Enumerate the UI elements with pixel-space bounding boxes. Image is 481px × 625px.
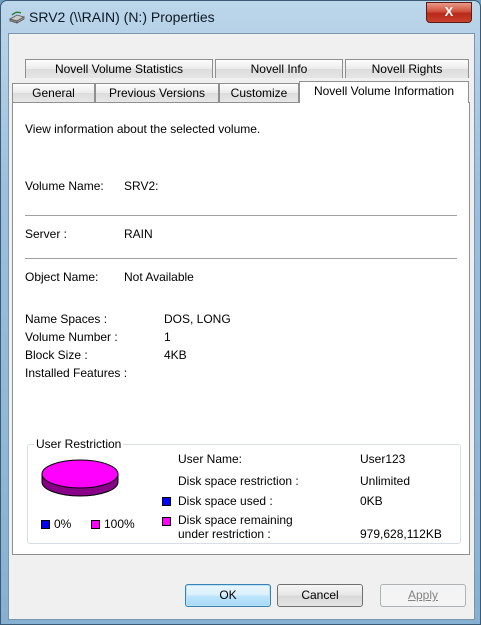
user-name-value: User123 bbox=[360, 452, 406, 466]
tab-customize[interactable]: Customize bbox=[219, 83, 299, 102]
installed-features-label: Installed Features : bbox=[25, 366, 128, 380]
server-label: Server : bbox=[25, 227, 68, 241]
description-text: View information about the selected volu… bbox=[25, 122, 261, 136]
remaining-percent: 100% bbox=[104, 517, 135, 531]
remaining-label-line2: under restriction : bbox=[178, 527, 271, 541]
title-bar[interactable]: SRV2 (\\RAIN) (N:) Properties X bbox=[1, 1, 480, 33]
volume-number-value: 1 bbox=[164, 330, 171, 344]
volume-information-panel: View information about the selected volu… bbox=[12, 102, 470, 555]
window-title: SRV2 (\\RAIN) (N:) Properties bbox=[29, 9, 215, 25]
restriction-value: Unlimited bbox=[360, 474, 411, 488]
volume-name-value: SRV2: bbox=[124, 179, 159, 193]
remaining-value: 979,628,112KB bbox=[360, 527, 442, 541]
apply-button[interactable]: Apply bbox=[380, 584, 466, 607]
remaining-legend-swatch bbox=[91, 520, 100, 529]
properties-window: SRV2 (\\RAIN) (N:) Properties X Novell V… bbox=[0, 0, 481, 625]
disk-usage-pie-chart bbox=[41, 459, 119, 497]
block-size-label: Block Size : bbox=[25, 348, 88, 362]
tab-novell-rights[interactable]: Novell Rights bbox=[345, 59, 469, 78]
server-value: RAIN bbox=[124, 227, 153, 241]
ok-button[interactable]: OK bbox=[185, 584, 271, 607]
tab-general[interactable]: General bbox=[12, 83, 95, 102]
separator bbox=[25, 258, 457, 259]
tab-previous-versions[interactable]: Previous Versions bbox=[95, 83, 219, 102]
object-name-label: Object Name: bbox=[25, 270, 99, 284]
drive-icon bbox=[9, 11, 25, 24]
name-spaces-label: Name Spaces : bbox=[25, 312, 108, 326]
name-spaces-value: DOS, LONG bbox=[164, 312, 231, 326]
remaining-swatch bbox=[162, 517, 171, 526]
separator bbox=[25, 215, 457, 216]
used-legend-swatch bbox=[41, 520, 50, 529]
used-percent: 0% bbox=[54, 517, 72, 531]
user-restriction-legend: User Restriction bbox=[34, 437, 124, 451]
cancel-button[interactable]: Cancel bbox=[277, 584, 363, 607]
dialog-client-area: Novell Volume Statistics Novell Info Nov… bbox=[8, 33, 475, 620]
user-name-label: User Name: bbox=[178, 452, 243, 466]
object-name-value: Not Available bbox=[124, 270, 194, 284]
block-size-value: 4KB bbox=[164, 348, 187, 362]
tab-novell-volume-statistics[interactable]: Novell Volume Statistics bbox=[25, 59, 213, 78]
tab-novell-info[interactable]: Novell Info bbox=[215, 59, 343, 78]
used-swatch bbox=[162, 497, 171, 506]
volume-name-label: Volume Name: bbox=[25, 179, 104, 193]
user-restriction-group: User Restriction 0% 100% User Name: User… bbox=[27, 437, 461, 544]
volume-number-label: Volume Number : bbox=[25, 330, 118, 344]
close-button[interactable]: X bbox=[426, 2, 472, 23]
remaining-label-line1: Disk space remaining bbox=[178, 513, 293, 527]
used-label: Disk space used : bbox=[178, 494, 273, 508]
tab-novell-volume-information[interactable]: Novell Volume Information bbox=[299, 81, 469, 103]
restriction-label: Disk space restriction : bbox=[178, 474, 299, 488]
used-value: 0KB bbox=[360, 494, 383, 508]
